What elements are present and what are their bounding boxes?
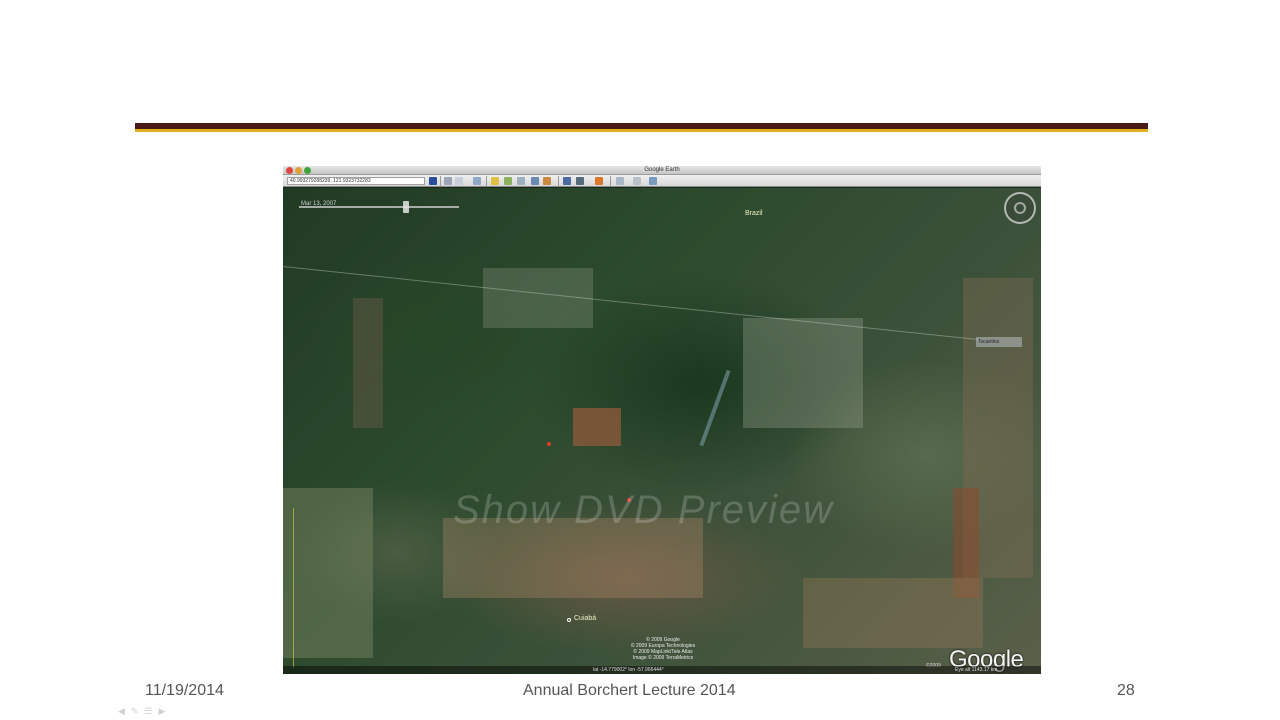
city-dot-icon [567, 618, 571, 622]
terrain-patch [743, 318, 863, 428]
previous-slide-icon[interactable]: ◀ [118, 706, 131, 716]
next-slide-icon[interactable]: ▶ [159, 706, 172, 716]
ruler-icon[interactable] [595, 177, 603, 185]
window-titlebar: Google Earth [283, 166, 1041, 175]
terrain-patch [283, 488, 373, 658]
red-placemark-icon[interactable] [547, 442, 551, 446]
toolbar-separator [486, 176, 487, 186]
print-icon[interactable] [633, 177, 641, 185]
navigation-compass-control[interactable] [1004, 192, 1036, 224]
email-icon[interactable] [616, 177, 624, 185]
footer-date: 11/19/2014 [145, 682, 224, 699]
eye-altitude: Eye alt 1143.17 km [955, 667, 998, 673]
dvd-preview-watermark: Show DVD Preview [453, 488, 835, 532]
search-icon[interactable] [444, 177, 452, 185]
imagery-copyright: © 2009 Google © 2009 Europa Technologies… [613, 637, 713, 661]
overlay-icon[interactable] [504, 177, 512, 185]
search-coordinate-input[interactable]: 40.993279288239, 121.9323732283 [287, 177, 425, 185]
toolbar-separator [558, 176, 559, 186]
toolbar-separator [440, 176, 441, 186]
slide-number: 28 [1117, 682, 1135, 699]
pen-icon[interactable]: ✎ [131, 706, 145, 716]
terrain-patch [803, 578, 983, 648]
terrain-patch [483, 268, 593, 328]
historical-imagery-slider[interactable] [299, 206, 459, 208]
slide-nav-controls[interactable]: ◀✎☰▶ [118, 706, 171, 717]
sun-icon[interactable] [543, 177, 551, 185]
placemark-icon[interactable] [455, 177, 463, 185]
terrain-patch [353, 298, 383, 428]
toolbar-separator [610, 176, 611, 186]
copyright-line: Image © 2009 TerraMetrics [632, 655, 694, 661]
historical-imagery-slider-handle[interactable] [403, 201, 409, 213]
place-label-brazil[interactable]: Brazil [745, 210, 763, 217]
satellite-map-view[interactable]: Mar 13, 2007 Brazil Tocantins Cuiabá Sho… [283, 188, 1041, 674]
header-rule-gold [135, 129, 1148, 132]
menu-icon[interactable]: ☰ [144, 706, 158, 716]
window-title: Google Earth [644, 167, 680, 173]
place-label-cuiaba[interactable]: Cuiabá [574, 615, 596, 622]
river-line [283, 266, 980, 341]
map-status-bar: lat -14.779002° lon -57.966444° Eye alt … [283, 666, 1041, 674]
border-line [293, 508, 294, 668]
pointer-coordinates: lat -14.779002° lon -57.966444° [593, 667, 664, 673]
terrain-patch [573, 408, 621, 446]
sky-icon[interactable] [563, 177, 571, 185]
place-label-box[interactable]: Tocantins [976, 337, 1022, 347]
look-joystick-icon[interactable] [1014, 202, 1026, 214]
path-icon[interactable] [491, 177, 499, 185]
tour-icon[interactable] [517, 177, 525, 185]
sidebar-icon[interactable] [429, 177, 437, 185]
ge-toolbar: 40.993279288239, 121.9323732283 [283, 175, 1041, 187]
river-line [699, 369, 731, 447]
map-view-icon[interactable] [649, 177, 657, 185]
history-icon[interactable] [531, 177, 539, 185]
google-earth-window: Google Earth 40.993279288239, 121.932373… [283, 166, 1041, 674]
polygon-icon[interactable] [473, 177, 481, 185]
footer-title: Annual Borchert Lecture 2014 [523, 682, 736, 699]
planet-icon[interactable] [576, 177, 584, 185]
